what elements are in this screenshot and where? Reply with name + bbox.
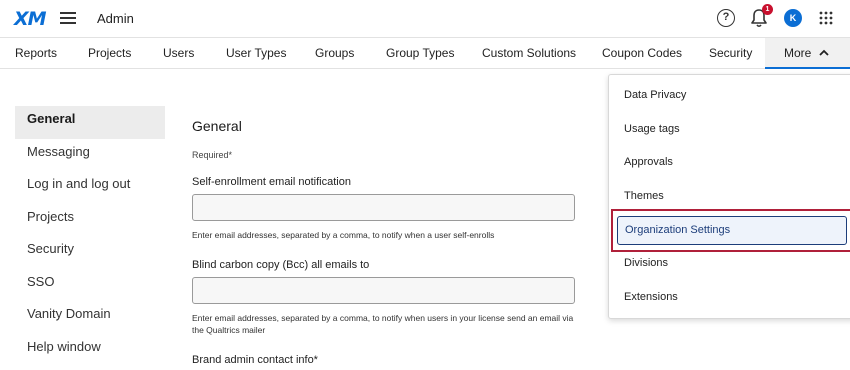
- general-settings-form: General Required* Self-enrollment email …: [192, 118, 582, 370]
- menu-item-data-privacy[interactable]: Data Privacy: [609, 79, 850, 112]
- self-enrollment-label: Self-enrollment email notification: [192, 176, 351, 188]
- tab-custom-solutions[interactable]: Custom Solutions: [482, 38, 576, 69]
- tab-groups[interactable]: Groups: [315, 38, 354, 69]
- sidebar-item-sso[interactable]: SSO: [15, 269, 165, 302]
- xm-logo[interactable]: XM: [14, 8, 47, 30]
- sidebar-item-help-window[interactable]: Help window: [15, 334, 165, 367]
- tab-user-types[interactable]: User Types: [226, 38, 286, 69]
- settings-sidebar: General Messaging Log in and log out Pro…: [15, 106, 165, 366]
- menu-item-organization-settings[interactable]: Organization Settings: [617, 216, 847, 245]
- bcc-field-group: Blind carbon copy (Bcc) all emails to En…: [192, 259, 582, 336]
- tab-more-label: More: [784, 46, 812, 60]
- bcc-email-input[interactable]: [192, 277, 575, 304]
- self-enrollment-help-text: Enter email addresses, separated by a co…: [192, 230, 495, 240]
- sidebar-item-security[interactable]: Security: [15, 236, 165, 269]
- brand-admin-contact-label: Brand admin contact info*: [192, 354, 318, 366]
- bcc-label: Blind carbon copy (Bcc) all emails to: [192, 259, 370, 271]
- tab-coupon-codes[interactable]: Coupon Codes: [602, 38, 682, 69]
- menu-item-extensions[interactable]: Extensions: [609, 281, 850, 314]
- menu-item-usage-tags[interactable]: Usage tags: [609, 113, 850, 146]
- bcc-help-text: Enter email addresses, separated by a co…: [192, 313, 574, 335]
- sidebar-item-general[interactable]: General: [15, 106, 165, 139]
- chevron-up-icon: [819, 38, 829, 69]
- tab-reports[interactable]: Reports: [15, 38, 57, 69]
- required-note: Required*: [192, 150, 233, 160]
- sidebar-item-log-in-and-log-out[interactable]: Log in and log out: [15, 171, 165, 204]
- menu-item-approvals[interactable]: Approvals: [609, 146, 850, 179]
- page-title: General: [192, 118, 242, 134]
- help-icon[interactable]: ?: [717, 9, 735, 27]
- user-avatar[interactable]: K: [784, 9, 802, 27]
- tab-security[interactable]: Security: [709, 38, 752, 69]
- more-dropdown-menu: Data Privacy Usage tags Approvals Themes…: [608, 74, 850, 319]
- tab-group-types[interactable]: Group Types: [386, 38, 454, 69]
- sidebar-item-projects[interactable]: Projects: [15, 204, 165, 237]
- tab-more[interactable]: More: [765, 38, 850, 69]
- notification-count-badge: 1: [762, 4, 773, 15]
- sidebar-item-vanity-domain[interactable]: Vanity Domain: [15, 301, 165, 334]
- top-bar: XM Admin ? 1 K: [0, 0, 850, 37]
- tab-projects[interactable]: Projects: [88, 38, 131, 69]
- apps-grid-icon[interactable]: [819, 11, 833, 25]
- admin-nav-bar: Reports Projects Users User Types Groups…: [0, 37, 850, 69]
- app-title: Admin: [97, 11, 134, 26]
- tab-users[interactable]: Users: [163, 38, 194, 69]
- sidebar-item-messaging[interactable]: Messaging: [15, 139, 165, 172]
- self-enrollment-field-group: Self-enrollment email notification Enter…: [192, 176, 582, 241]
- self-enrollment-email-input[interactable]: [192, 194, 575, 221]
- menu-item-divisions[interactable]: Divisions: [609, 247, 850, 280]
- hamburger-menu-icon[interactable]: [60, 12, 76, 24]
